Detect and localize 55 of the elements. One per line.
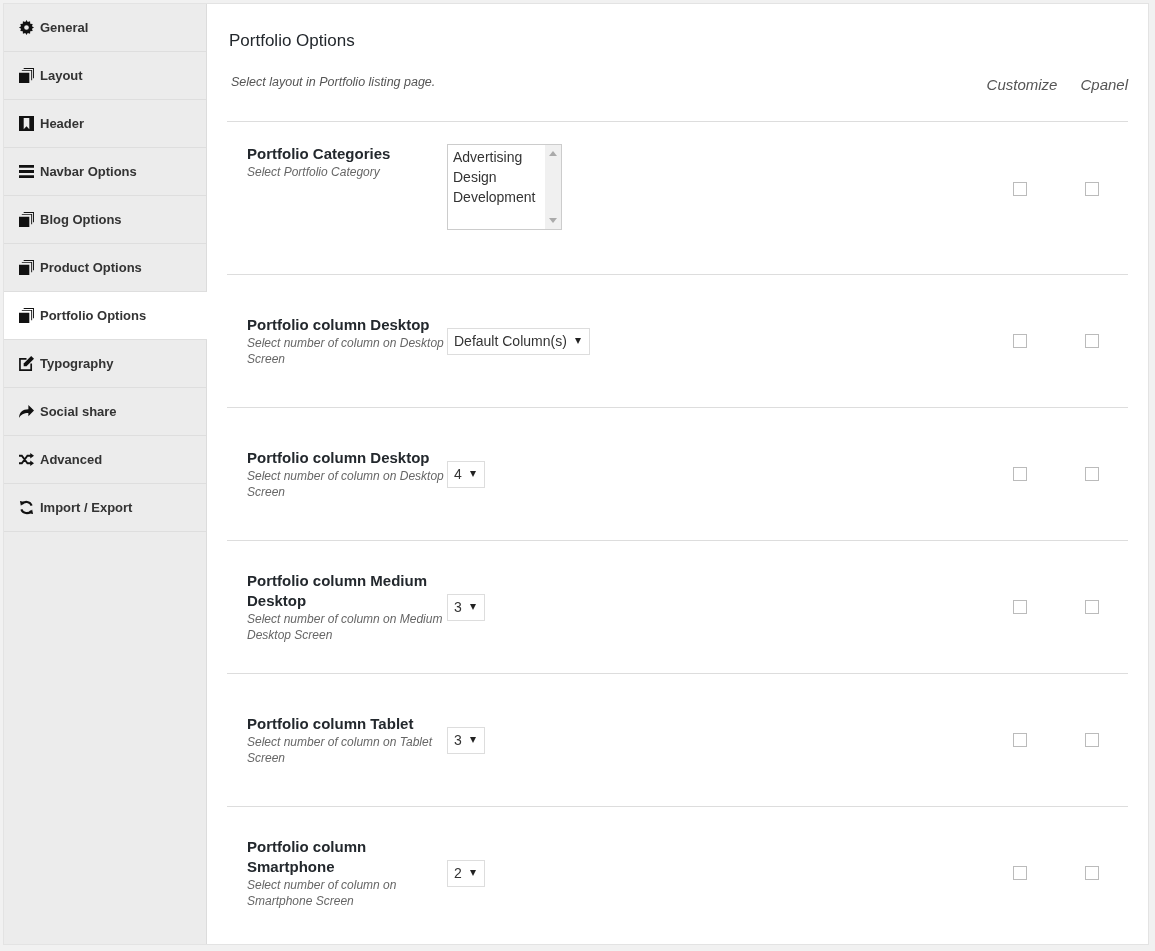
- column-dropdown[interactable]: 3: [447, 593, 485, 621]
- caret-icon: [469, 604, 476, 610]
- option-title: Portfolio column Desktop: [247, 448, 431, 468]
- column-header: Cpanel: [1079, 75, 1128, 93]
- cpanel-checkbox[interactable]: [1085, 182, 1099, 196]
- edit-icon: [19, 356, 34, 371]
- option-description: Select Portfolio Category: [247, 164, 381, 180]
- refresh-icon: [19, 500, 34, 515]
- cpanel-checkbox[interactable]: [1085, 733, 1099, 747]
- section-description: Select layout in Portfolio listing page.: [231, 75, 437, 89]
- share-icon: [19, 404, 34, 419]
- option-description: Select number of column on Smartphone Screen: [247, 877, 398, 909]
- column-dropdown[interactable]: Default Column(s): [447, 327, 590, 355]
- customize-checkbox[interactable]: [1013, 866, 1027, 880]
- shuffle-icon: [19, 452, 34, 467]
- option-description: Select number of column on Medium Desktop Screen: [247, 611, 444, 643]
- column-dropdown[interactable]: 4: [447, 460, 485, 488]
- copy-icon: [19, 212, 34, 227]
- caret-icon: [469, 870, 476, 876]
- section-title: Portfolio Options: [228, 30, 356, 52]
- option-title: Portfolio column Desktop: [247, 315, 431, 335]
- option-title: Portfolio column Smartphone: [247, 837, 368, 877]
- copy-icon: [19, 260, 34, 275]
- scrollbar[interactable]: [545, 145, 561, 229]
- copy-icon: [19, 308, 34, 323]
- category-listbox[interactable]: Advertising Design Development: [447, 144, 562, 230]
- option-title: Portfolio column Medium Desktop: [247, 571, 428, 611]
- column-header: Customize: [986, 75, 1058, 93]
- cpanel-checkbox[interactable]: [1085, 334, 1099, 348]
- caret-icon: [574, 338, 581, 344]
- column-dropdown[interactable]: 2: [447, 859, 485, 887]
- cpanel-checkbox[interactable]: [1085, 600, 1099, 614]
- cpanel-checkbox[interactable]: [1085, 467, 1099, 481]
- customize-checkbox[interactable]: [1013, 182, 1027, 196]
- customize-checkbox[interactable]: [1013, 600, 1027, 614]
- option-description: Select number of column on Desktop Screen: [247, 468, 445, 500]
- menu-icon: [19, 164, 34, 179]
- column-dropdown[interactable]: 3: [447, 726, 485, 754]
- option-title: Portfolio Categories: [247, 144, 392, 164]
- option-title: Portfolio column Tablet: [247, 714, 415, 734]
- option-description: Select number of column on Desktop Screen: [247, 335, 445, 367]
- customize-checkbox[interactable]: [1013, 733, 1027, 747]
- customize-checkbox[interactable]: [1013, 467, 1027, 481]
- cpanel-checkbox[interactable]: [1085, 866, 1099, 880]
- gear-icon: [19, 20, 34, 35]
- sidebar-item[interactable]: Portfolio Options: [4, 292, 207, 340]
- caret-icon: [469, 737, 476, 743]
- listbox-option[interactable]: Development: [453, 187, 545, 207]
- option-description: Select number of column on Tablet Screen: [247, 734, 434, 766]
- listbox-option[interactable]: Advertising: [453, 147, 545, 167]
- customize-checkbox[interactable]: [1013, 334, 1027, 348]
- copy-icon: [19, 68, 34, 83]
- listbox-option[interactable]: Design: [453, 167, 545, 187]
- bookmark-icon: [19, 116, 34, 131]
- caret-icon: [469, 471, 476, 477]
